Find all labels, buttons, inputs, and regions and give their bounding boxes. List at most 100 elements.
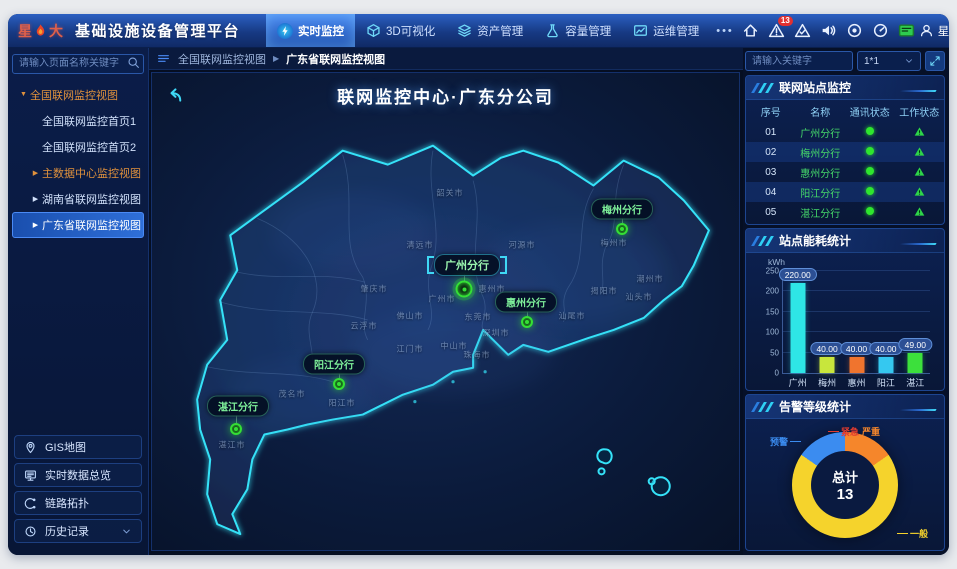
bar[interactable] (878, 357, 893, 373)
action-label: 历史记录 (45, 523, 89, 539)
row-station-name[interactable]: 梅州分行 (796, 142, 846, 162)
layers-icon (457, 23, 472, 38)
tab-realtime[interactable]: 实时监控 (266, 14, 355, 47)
gis-map-button[interactable]: GIS地图 (14, 435, 142, 459)
row-no: 03 (746, 162, 796, 182)
breadcrumb-separator: ▶ (273, 54, 279, 63)
record-icon[interactable] (846, 22, 863, 39)
realtime-data-button[interactable]: 实时数据总览 (14, 463, 142, 487)
home-icon[interactable] (742, 22, 759, 39)
breadcrumb-item[interactable]: 广东省联网监控视图 (286, 51, 385, 67)
chart-plot-area: 050100150200250220.00广州40.00梅州40.00惠州40.… (782, 271, 930, 374)
station-table: 序号名称通讯状态工作状态01广州分行02梅州分行03惠州分行04阳江分行05湛江… (746, 100, 944, 222)
row-station-name[interactable]: 阳江分行 (796, 182, 846, 202)
y-tick-label: 150 (757, 307, 779, 316)
user-name: 星火微云 (938, 23, 949, 39)
station-marker-icon[interactable] (456, 281, 473, 298)
sidebar-item-national-home-2[interactable]: 全国联网监控首页2 (12, 134, 144, 160)
sidebar-item-hunan[interactable]: ▶湖南省联网监控视图 (12, 186, 144, 212)
keyword-search-input[interactable] (745, 51, 853, 71)
bar[interactable] (849, 357, 864, 373)
user-icon (919, 23, 934, 38)
bar[interactable] (790, 283, 805, 373)
alarm-donut-chart: 总计13严重一般预警紧急 (746, 419, 944, 550)
comm-status-icon (845, 122, 895, 142)
bar[interactable] (908, 353, 923, 373)
breadcrumb-bar: 全国联网监控视图 ▶ 广东省联网监控视图 (149, 48, 743, 70)
user-menu[interactable]: 星火微云 (919, 23, 949, 39)
station-label[interactable]: 阳江分行 (303, 354, 365, 375)
row-station-name[interactable]: 广州分行 (796, 122, 846, 142)
logo-char-left: 星 (18, 21, 32, 41)
tab-label: 资产管理 (477, 23, 523, 39)
y-tick-label: 100 (757, 328, 779, 337)
label-leader-line (897, 533, 908, 534)
lightning-icon (277, 23, 293, 39)
bar-value-label: 220.00 (779, 268, 817, 281)
link-topology-button[interactable]: 链路拓扑 (14, 491, 142, 515)
station-marker-icon[interactable] (230, 423, 242, 435)
station-marker-icon[interactable] (333, 378, 345, 390)
tab-capacity[interactable]: 容量管理 (534, 14, 622, 47)
gauge-icon[interactable] (872, 22, 889, 39)
station-label[interactable]: 广州分行 (434, 254, 500, 276)
more-tabs-button[interactable]: ••• (716, 25, 734, 37)
sidebar-item-national-root[interactable]: ▼全国联网监控视图 (12, 82, 144, 108)
station-label[interactable]: 梅州分行 (591, 199, 653, 220)
tree-arrow-icon[interactable]: ▼ (17, 91, 30, 98)
panel-title-station: 联网站点监控 (746, 76, 944, 100)
grid-layout-select[interactable]: 1*1 (857, 51, 921, 71)
work-status-icon (895, 162, 945, 182)
sidebar-item-main-datacenter[interactable]: ▶主数据中心监控视图 (12, 160, 144, 186)
tree-arrow-icon[interactable]: ▶ (29, 195, 42, 203)
comm-status-icon (845, 142, 895, 162)
tab-3d[interactable]: 3D可视化 (355, 14, 446, 47)
breadcrumb-item[interactable]: 全国联网监控视图 (178, 51, 266, 67)
tree-arrow-icon[interactable]: ▶ (29, 169, 42, 177)
station-marker-icon[interactable] (616, 223, 628, 235)
x-tick-label: 阳江 (877, 376, 895, 389)
panel-title-alarm: 告警等级统计 (746, 395, 944, 419)
station-label[interactable]: 惠州分行 (495, 292, 557, 313)
sidebar-item-national-home-1[interactable]: 全国联网监控首页1 (12, 108, 144, 134)
map-panel[interactable]: 联网监控中心·广东分公司 韶关市清远市河源市梅州市潮州市揭阳市汕头市汕尾市惠州市… (151, 72, 740, 551)
app-title: 基础设施设备管理平台 (75, 20, 240, 41)
grid-layout-value: 1*1 (864, 56, 879, 67)
tab-assets[interactable]: 资产管理 (446, 14, 534, 47)
alarm-check-icon[interactable] (794, 22, 811, 39)
menu-icon[interactable] (157, 52, 170, 65)
screen-icon[interactable] (898, 22, 915, 39)
header-icon-cluster: 13 (742, 22, 915, 39)
app-window: 星 大 基础设施设备管理平台 实时监控3D可视化资产管理容量管理运维管理 •••… (8, 14, 949, 555)
bar[interactable] (820, 357, 835, 373)
flask-icon (545, 23, 560, 38)
fullscreen-button[interactable] (925, 51, 945, 71)
sidebar-item-guangdong[interactable]: ▶广东省联网监控视图 (12, 212, 144, 238)
sidebar-search-input[interactable] (12, 54, 144, 74)
row-station-name[interactable]: 惠州分行 (796, 162, 846, 182)
donut-center: 总计13 (811, 451, 879, 519)
comm-status-icon (845, 162, 895, 182)
tree-item-label: 全国联网监控首页2 (42, 139, 136, 155)
station-label[interactable]: 湛江分行 (207, 396, 269, 417)
back-button[interactable] (164, 85, 184, 105)
sidebar: ▼全国联网监控视图全国联网监控首页1全国联网监控首页2▶主数据中心监控视图▶湖南… (8, 48, 149, 555)
tree-arrow-icon[interactable]: ▶ (29, 221, 42, 229)
tab-label: 3D可视化 (386, 23, 435, 39)
donut-ring: 总计13 (792, 432, 898, 538)
search-icon[interactable] (127, 56, 140, 69)
history-button[interactable]: 历史记录 (14, 519, 142, 543)
station-marker-icon[interactable] (521, 316, 533, 328)
alarm-icon[interactable]: 13 (768, 22, 785, 39)
alarm-panel: 告警等级统计 总计13严重一般预警紧急 (745, 394, 945, 551)
sidebar-search (12, 53, 144, 74)
label-leader-line (828, 431, 839, 432)
row-station-name[interactable]: 湛江分行 (796, 202, 846, 222)
history-clock-icon (24, 525, 37, 538)
tab-ops[interactable]: 运维管理 (622, 14, 710, 47)
tab-label: 实时监控 (298, 23, 344, 39)
tree-item-label: 湖南省联网监控视图 (42, 191, 141, 207)
speaker-icon[interactable] (820, 22, 837, 39)
expand-icon (929, 55, 941, 67)
topology-icon (24, 497, 37, 510)
